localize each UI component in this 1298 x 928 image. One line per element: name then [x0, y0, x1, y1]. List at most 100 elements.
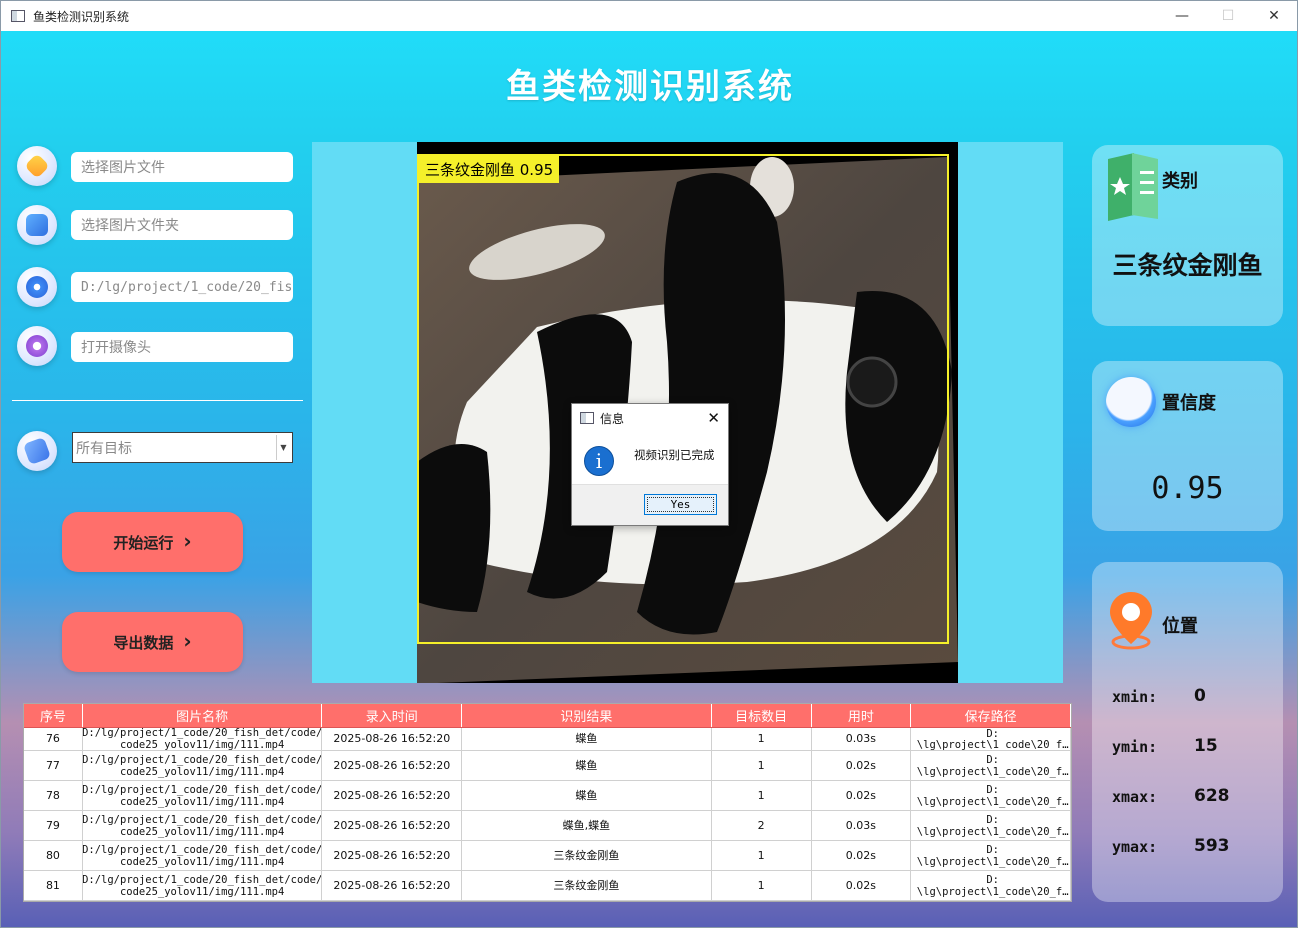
- row-time: 2025-08-26 16:52:20: [322, 811, 463, 840]
- row-image-name-line2: code25_yolov11/img/111.mp4: [119, 855, 285, 868]
- row-result: 三条纹金刚鱼: [462, 841, 712, 870]
- dialog-close-button[interactable]: ✕: [707, 409, 720, 427]
- row-result: 三条纹金刚鱼: [462, 871, 712, 900]
- location-pin-icon: [1110, 592, 1152, 650]
- export-button-label: 导出数据: [113, 633, 174, 652]
- image-file-icon[interactable]: [17, 146, 57, 186]
- column-header[interactable]: 序号: [24, 704, 83, 727]
- row-id: 81: [24, 871, 83, 900]
- row-save-path-line1: D:: [986, 728, 999, 739]
- row-image-name: D:/lg/project/1_code/20_fish_det/code/co…: [83, 781, 323, 810]
- xmax-value: 628: [1194, 786, 1230, 806]
- target-select-value: 所有目标: [76, 440, 132, 457]
- row-duration: 0.03s: [812, 728, 912, 750]
- column-header[interactable]: 用时: [812, 704, 912, 727]
- chevron-right-icon: ›: [183, 528, 192, 553]
- row-image-name: D:/lg/project/1_code/20_fish_det/code/co…: [83, 751, 323, 780]
- row-save-path: D: \lg\project\1_code\20_f…: [911, 811, 1071, 840]
- row-count: 1: [712, 751, 812, 780]
- row-count: 1: [712, 781, 812, 810]
- xmin-row: xmin: 0: [1112, 686, 1206, 706]
- row-save-path-line2: \lg\project\1_code\20_f…: [916, 885, 1069, 898]
- info-dialog: 信息 ✕ i 视频识别已完成 Yes: [571, 403, 729, 526]
- video-icon[interactable]: [17, 267, 57, 307]
- row-save-path-line1: D:: [986, 813, 999, 826]
- row-duration: 0.02s: [812, 841, 912, 870]
- row-result: 蝶鱼: [462, 728, 712, 750]
- row-count: 1: [712, 728, 812, 750]
- minimize-button[interactable]: —: [1159, 1, 1205, 31]
- table-row[interactable]: 80 D:/lg/project/1_code/20_fish_det/code/…: [24, 841, 1071, 871]
- row-image-name-line1: D:/lg/project/1_code/20_fish_det/code/: [82, 843, 323, 856]
- close-button[interactable]: ✕: [1251, 1, 1297, 31]
- video-path-input[interactable]: D:/lg/project/1_code/20_fish_det/code/co…: [71, 272, 293, 302]
- maximize-button[interactable]: ☐: [1205, 1, 1251, 31]
- ymin-row: ymin: 15: [1112, 736, 1218, 756]
- divider: [12, 400, 303, 401]
- table-row[interactable]: 76 D:/lg/project/1_code/20_fish_det/code/…: [24, 728, 1071, 751]
- yes-button[interactable]: Yes: [644, 494, 717, 515]
- app-icon: [580, 412, 594, 424]
- xmax-label: xmax:: [1112, 788, 1158, 806]
- detection-label: 三条纹金刚鱼 0.95: [419, 156, 560, 183]
- row-image-name-line1: D:/lg/project/1_code/20_fish_det/code/: [82, 753, 323, 766]
- ymax-value: 593: [1194, 836, 1230, 856]
- row-image-name-line1: D:/lg/project/1_code/20_fish_det/code/: [82, 783, 323, 796]
- category-card: 类别 三条纹金刚鱼: [1092, 145, 1283, 326]
- table-row[interactable]: 78 D:/lg/project/1_code/20_fish_det/code/…: [24, 781, 1071, 811]
- row-image-name-line1: D:/lg/project/1_code/20_fish_det/code/: [82, 813, 323, 826]
- position-card: 位置 xmin: 0 ymin: 15 xmax: 628 ymax: 593: [1092, 562, 1283, 902]
- row-time: 2025-08-26 16:52:20: [322, 751, 463, 780]
- row-duration: 0.02s: [812, 781, 912, 810]
- row-time: 2025-08-26 16:52:20: [322, 841, 463, 870]
- row-result: 蝶鱼: [462, 781, 712, 810]
- table-row[interactable]: 79 D:/lg/project/1_code/20_fish_det/code/…: [24, 811, 1071, 841]
- export-button[interactable]: 导出数据 ›: [62, 612, 243, 672]
- results-table[interactable]: 序号 图片名称 录入时间 识别结果 目标数目 用时 保存路径 76 D:/lg/p…: [23, 703, 1072, 902]
- row-result: 蝶鱼: [462, 751, 712, 780]
- row-duration: 0.03s: [812, 811, 912, 840]
- book-icon: [1108, 153, 1158, 221]
- table-row[interactable]: 77 D:/lg/project/1_code/20_fish_det/code/…: [24, 751, 1071, 781]
- window-title: 鱼类检测识别系统: [33, 9, 130, 24]
- dialog-footer: Yes: [572, 484, 728, 525]
- target-select[interactable]: 所有目标 ▼: [72, 432, 293, 463]
- row-image-name-line2: code25_yolov11/img/111.mp4: [119, 885, 285, 898]
- camera-input[interactable]: 打开摄像头: [71, 332, 293, 362]
- row-duration: 0.02s: [812, 751, 912, 780]
- ymax-label: ymax:: [1112, 838, 1158, 856]
- row-image-name-line2: code25_yolov11/img/111.mp4: [119, 765, 285, 778]
- confidence-card: 置信度 0.95: [1092, 361, 1283, 531]
- xmin-value: 0: [1194, 686, 1206, 706]
- row-save-path: D: \lg\project\1_code\20_f…: [911, 841, 1071, 870]
- row-duration: 0.02s: [812, 871, 912, 900]
- column-header[interactable]: 保存路径: [911, 704, 1071, 727]
- row-image-name-line1: D:/lg/project/1_code/20_fish_det/code/: [82, 873, 323, 886]
- column-header[interactable]: 目标数目: [712, 704, 812, 727]
- row-save-path: D: \lg\project\1_code\20_f…: [911, 781, 1071, 810]
- table-body: 76 D:/lg/project/1_code/20_fish_det/code/…: [24, 728, 1071, 901]
- row-image-name-line1: D:/lg/project/1_code/20_fish_det/code/: [82, 728, 323, 739]
- category-value: 三条纹金刚鱼: [1112, 251, 1263, 280]
- column-header[interactable]: 识别结果: [462, 704, 712, 727]
- row-save-path-line1: D:: [986, 843, 999, 856]
- target-filter-icon: [17, 431, 57, 471]
- camera-icon[interactable]: [17, 326, 57, 366]
- row-save-path-line1: D:: [986, 783, 999, 796]
- dialog-body: i 视频识别已完成: [572, 432, 728, 484]
- image-folder-input[interactable]: 选择图片文件夹: [71, 210, 293, 240]
- row-save-path-line1: D:: [986, 753, 999, 766]
- detection-box: 三条纹金刚鱼 0.95: [417, 154, 949, 644]
- chevron-down-icon[interactable]: ▼: [276, 435, 290, 460]
- image-folder-icon[interactable]: [17, 205, 57, 245]
- column-header[interactable]: 图片名称: [83, 704, 323, 727]
- column-header[interactable]: 录入时间: [322, 704, 463, 727]
- table-row[interactable]: 81 D:/lg/project/1_code/20_fish_det/code/…: [24, 871, 1071, 901]
- row-time: 2025-08-26 16:52:20: [322, 871, 463, 900]
- page-title: 鱼类检测识别系统: [506, 67, 794, 107]
- row-save-path-line2: \lg\project\1_code\20_f…: [916, 795, 1069, 808]
- row-save-path: D: \lg\project\1_code\20_f…: [911, 871, 1071, 900]
- run-button[interactable]: 开始运行 ›: [62, 512, 243, 572]
- image-file-input[interactable]: 选择图片文件: [71, 152, 293, 182]
- row-save-path: D: \lg\project\1_code\20_f…: [911, 751, 1071, 780]
